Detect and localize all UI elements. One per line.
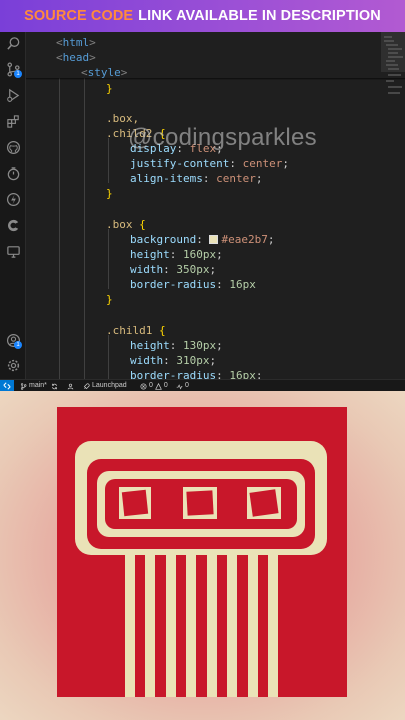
red-square [186,490,214,516]
code-line-head: <head> [56,51,96,64]
leg-gap [176,555,186,697]
minimap[interactable] [381,32,405,379]
indent-guide [59,78,60,379]
source-control-icon[interactable]: 1 [5,61,22,78]
remote-explorer-icon[interactable] [5,243,21,259]
status-bar: main* Launchpad 0 0 0 [0,379,405,392]
code-line-declaration: border-radius: 16px [130,278,256,291]
leg-gap [258,555,268,697]
error-icon [140,382,147,390]
copilot-icon[interactable] [5,217,21,233]
settings-icon[interactable] [5,357,21,373]
extensions-icon[interactable] [5,113,21,129]
code-line-selector: .child1 { [106,324,166,337]
preview-red-box [57,407,347,697]
red-square [121,489,149,517]
indent-guide [108,335,109,379]
code-line-declaration: width: 350px; [130,263,217,276]
code-line-close-brace: } [106,293,113,306]
code-editor: 1 1 <html> <head> <style>} .box, .child… [0,32,405,379]
indent-guide [84,78,85,379]
code-line-declaration: align-items: center; [130,172,263,185]
promo-banner: SOURCE CODE LINK AVAILABLE IN DESCRIPTIO… [0,0,405,32]
search-icon[interactable] [5,35,21,51]
activity-bar: 1 1 [0,32,26,379]
ports-icon [176,383,183,389]
preview-area [0,391,405,720]
branch-icon [20,382,27,390]
warning-icon [155,382,162,390]
code-line-close-brace: } [106,82,113,95]
code-line-declaration: justify-content: center; [130,157,289,170]
code-line-declaration: border-radius: 16px; [130,369,263,379]
code-line-close-brace: } [106,187,113,200]
code-line-declaration: height: 160px; [130,248,223,261]
indent-guide [108,138,109,183]
code-line-html: <html> [56,36,96,49]
code-area[interactable]: <html> <head> <style> } .box, .child2 { … [26,32,405,379]
timer-icon[interactable] [5,165,21,181]
code-line-declaration: height: 130px; [130,339,223,352]
github-icon[interactable] [5,139,21,155]
code-line-declaration: background: #eae2b7; [130,233,275,246]
indent-guide [108,229,109,289]
color-swatch[interactable] [209,235,219,244]
code-line-declaration: width: 310px; [130,354,217,367]
banner-highlight: SOURCE CODE [24,8,134,24]
banner-text: LINK AVAILABLE IN DESCRIPTION [138,8,381,24]
remote-icon [3,382,11,390]
watermark: @codingsparkles [128,124,317,151]
leg-gap [135,555,145,697]
red-square [249,489,279,517]
code-line-selector: .box { [106,218,146,231]
launchpad-icon [83,382,90,389]
account-icon[interactable]: 1 [5,332,22,349]
leg-gap [217,555,227,697]
lightning-icon[interactable] [5,191,21,207]
sticky-scroll-shadow [26,78,405,80]
run-debug-icon[interactable] [5,87,21,103]
